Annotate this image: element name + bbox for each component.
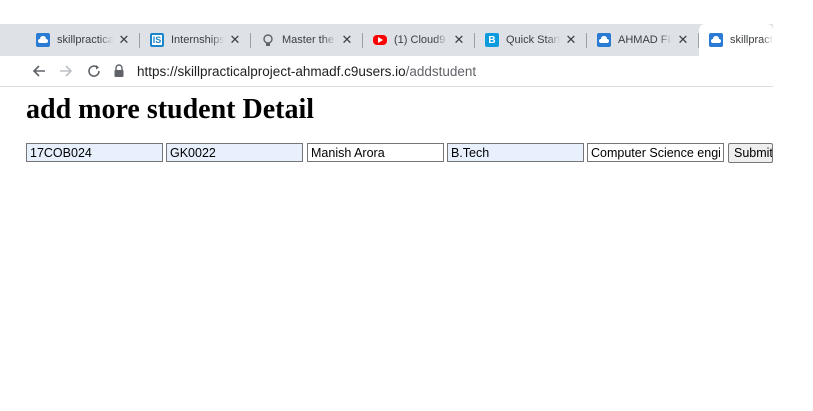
tab-title: (1) Cloud9 Se: [394, 34, 448, 46]
forward-button[interactable]: [56, 61, 76, 81]
tab-title: Master the S: [282, 34, 336, 46]
browser-chrome: skillpractical ✕ IS Internships | ✕ Mast…: [0, 0, 773, 87]
close-icon[interactable]: ✕: [340, 33, 354, 47]
student-id-input[interactable]: [26, 143, 163, 162]
degree-input[interactable]: [447, 143, 584, 162]
lightbulb-icon: [261, 33, 275, 47]
forward-arrow-icon: [60, 65, 73, 77]
close-icon[interactable]: ✕: [228, 33, 242, 47]
close-icon[interactable]: ✕: [676, 33, 690, 47]
back-button[interactable]: [29, 61, 49, 81]
url-path: /addstudent: [405, 63, 477, 79]
student-name-input[interactable]: [307, 143, 444, 162]
tab-title: skillpractica: [730, 34, 773, 46]
tab-skillpractical-2[interactable]: skillpractica: [699, 24, 773, 56]
close-icon[interactable]: ✕: [117, 33, 131, 47]
page-title: add more student Detail: [26, 94, 315, 125]
close-icon[interactable]: ✕: [564, 33, 578, 47]
c9-icon: [709, 33, 723, 47]
browser-toolbar: https://skillpracticalproject-ahmadf.c9u…: [0, 56, 773, 87]
tab-title: skillpractical: [57, 34, 113, 46]
internshala-icon: IS: [150, 33, 164, 47]
tab-title: Quick Start ·: [506, 34, 560, 46]
student-code-input[interactable]: [166, 143, 303, 162]
address-bar[interactable]: https://skillpracticalproject-ahmadf.c9u…: [113, 60, 773, 82]
tab-ahmad[interactable]: AHMAD FIRC ✕: [587, 24, 698, 56]
tab-skillpractical-1[interactable]: skillpractical ✕: [26, 24, 139, 56]
lock-icon: [113, 64, 127, 78]
back-arrow-icon: [32, 65, 45, 77]
submit-button[interactable]: Submit: [728, 143, 773, 163]
url-scheme: https://: [137, 63, 178, 79]
tab-cloud9-youtube[interactable]: (1) Cloud9 Se ✕: [363, 24, 474, 56]
tab-master[interactable]: Master the S ✕: [251, 24, 362, 56]
c9-icon: [36, 33, 50, 47]
reload-icon: [88, 65, 100, 77]
tab-quick-start[interactable]: B Quick Start · ✕: [475, 24, 586, 56]
bootstrap-icon: B: [485, 33, 499, 47]
url-host: skillpracticalproject-ahmadf.c9users.io: [177, 63, 406, 79]
tab-title: Internships |: [171, 34, 224, 46]
close-icon[interactable]: ✕: [452, 33, 466, 47]
tab-strip: skillpractical ✕ IS Internships | ✕ Mast…: [0, 24, 773, 56]
branch-input[interactable]: [587, 143, 724, 162]
youtube-icon: [373, 35, 387, 45]
reload-button[interactable]: [84, 61, 104, 81]
tab-title: AHMAD FIRC: [618, 34, 672, 46]
c9-icon: [597, 33, 611, 47]
tab-internships[interactable]: IS Internships | ✕: [140, 24, 250, 56]
